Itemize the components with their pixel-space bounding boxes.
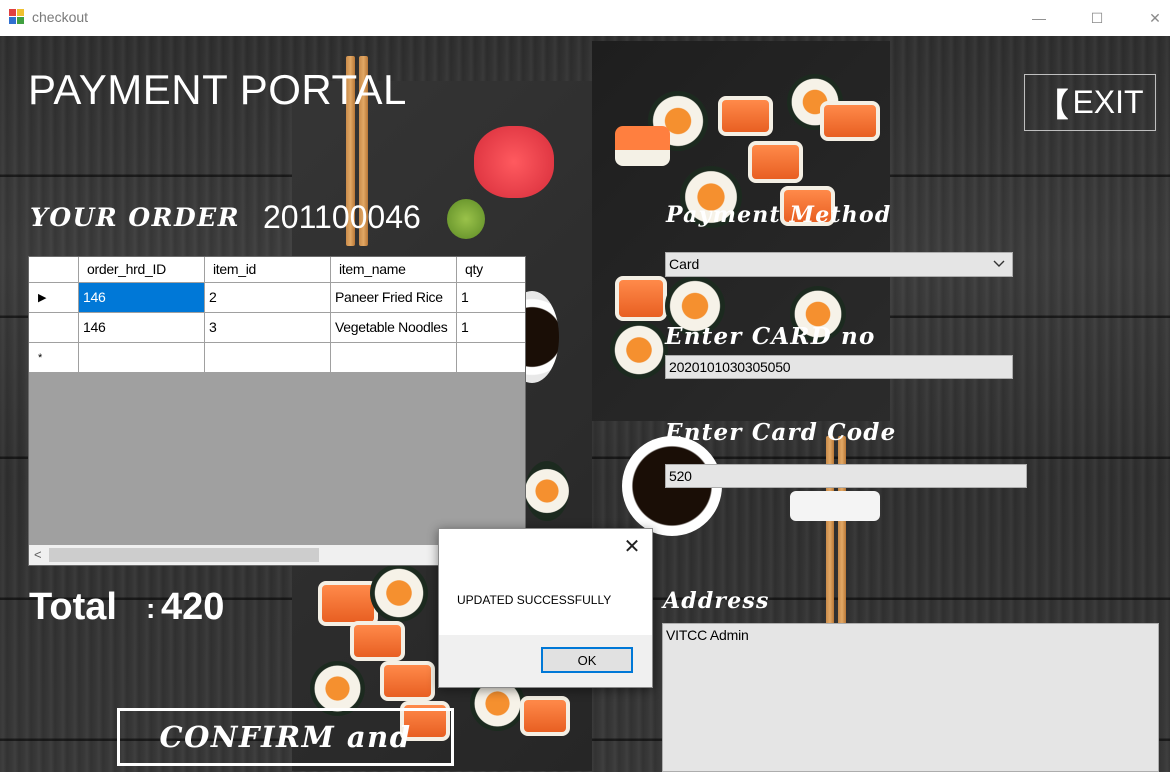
order-grid[interactable]: order_hrd_ID item_id item_name qty ▶ 146… (28, 256, 526, 566)
wasabi-image (447, 199, 485, 239)
table-cell[interactable]: 146 (79, 283, 205, 313)
address-field[interactable]: VITCC Admin (662, 623, 1159, 772)
column-header[interactable]: qty (457, 257, 525, 283)
payment-method-value: Card (669, 256, 700, 272)
grid-header-row: order_hrd_ID item_id item_name qty (29, 257, 525, 283)
window-titlebar: checkout — ☐ ✕ (0, 0, 1170, 36)
address-label: Address (663, 588, 770, 614)
total-value: 420 (161, 586, 225, 628)
dialog-close-button[interactable]: ✕ (618, 533, 646, 559)
sushi-image (525, 461, 569, 521)
exit-icon: 【 (1036, 86, 1069, 123)
column-header[interactable]: item_id (205, 257, 331, 283)
sushi-image (350, 621, 405, 661)
new-row-cell[interactable] (205, 343, 331, 373)
card-number-label: Enter CARD no (665, 323, 876, 350)
table-cell[interactable]: Vegetable Noodles (331, 313, 457, 343)
card-number-field[interactable]: 2020101030305050 (665, 355, 1013, 379)
current-row-indicator[interactable]: ▶ (29, 283, 79, 313)
payment-method-select[interactable]: Card (665, 252, 1013, 277)
ok-button[interactable]: OK (541, 647, 633, 673)
sushi-image (520, 696, 570, 736)
table-cell[interactable]: Paneer Fried Rice (331, 283, 457, 313)
sushi-image (820, 101, 880, 141)
page-title: PAYMENT PORTAL (28, 66, 407, 113)
ginger-image (474, 126, 554, 198)
sushi-image (748, 141, 803, 183)
table-cell[interactable]: 1 (457, 313, 525, 343)
table-cell[interactable]: 3 (205, 313, 331, 343)
column-header[interactable]: order_hrd_ID (79, 257, 205, 283)
confirm-button[interactable]: CONFIRM and (117, 708, 454, 766)
dialog-footer: OK (439, 635, 652, 687)
total-label: Total (29, 586, 117, 628)
exit-label: EXIT (1072, 84, 1144, 120)
window-title: checkout (32, 9, 89, 25)
your-order-label: YOUR ORDER (30, 203, 240, 232)
order-id: 201100046 (263, 199, 421, 235)
sushi-image (615, 276, 667, 321)
card-code-field[interactable]: 520 (665, 464, 1027, 488)
chevron-down-icon[interactable] (992, 256, 1006, 273)
new-row-cell[interactable] (457, 343, 525, 373)
new-row-cell[interactable] (331, 343, 457, 373)
scroll-left-icon[interactable]: < (34, 547, 42, 562)
minimize-button[interactable]: — (1016, 0, 1062, 36)
sushi-image (610, 321, 668, 379)
close-window-button[interactable]: ✕ (1132, 0, 1170, 36)
sushi-image (615, 126, 670, 166)
maximize-button[interactable]: ☐ (1074, 0, 1120, 36)
form-client-area: PAYMENT PORTAL 【 EXIT YOUR ORDER 2011000… (0, 36, 1170, 772)
column-header[interactable]: item_name (331, 257, 457, 283)
message-dialog: ✕ UPDATED SUCCESSFULLY OK (438, 528, 653, 688)
table-cell[interactable]: 2 (205, 283, 331, 313)
app-icon (9, 9, 25, 25)
table-cell[interactable]: 1 (457, 283, 525, 313)
new-row-indicator[interactable]: * (29, 343, 79, 373)
total-colon: : (146, 593, 156, 624)
sushi-image (318, 581, 378, 626)
sushi-image (380, 661, 435, 701)
card-code-label: Enter Card Code (665, 419, 897, 446)
grid-corner-header (29, 257, 79, 283)
sushi-image (370, 564, 428, 622)
payment-method-label: Payment Method (666, 202, 892, 228)
sushi-image (790, 491, 880, 521)
new-row-cell[interactable] (79, 343, 205, 373)
row-header[interactable] (29, 313, 79, 343)
scrollbar-thumb[interactable] (49, 548, 319, 562)
table-cell[interactable]: 146 (79, 313, 205, 343)
dialog-message: UPDATED SUCCESSFULLY (457, 593, 612, 607)
exit-button[interactable]: 【 EXIT (1024, 74, 1156, 131)
sushi-image (718, 96, 773, 136)
